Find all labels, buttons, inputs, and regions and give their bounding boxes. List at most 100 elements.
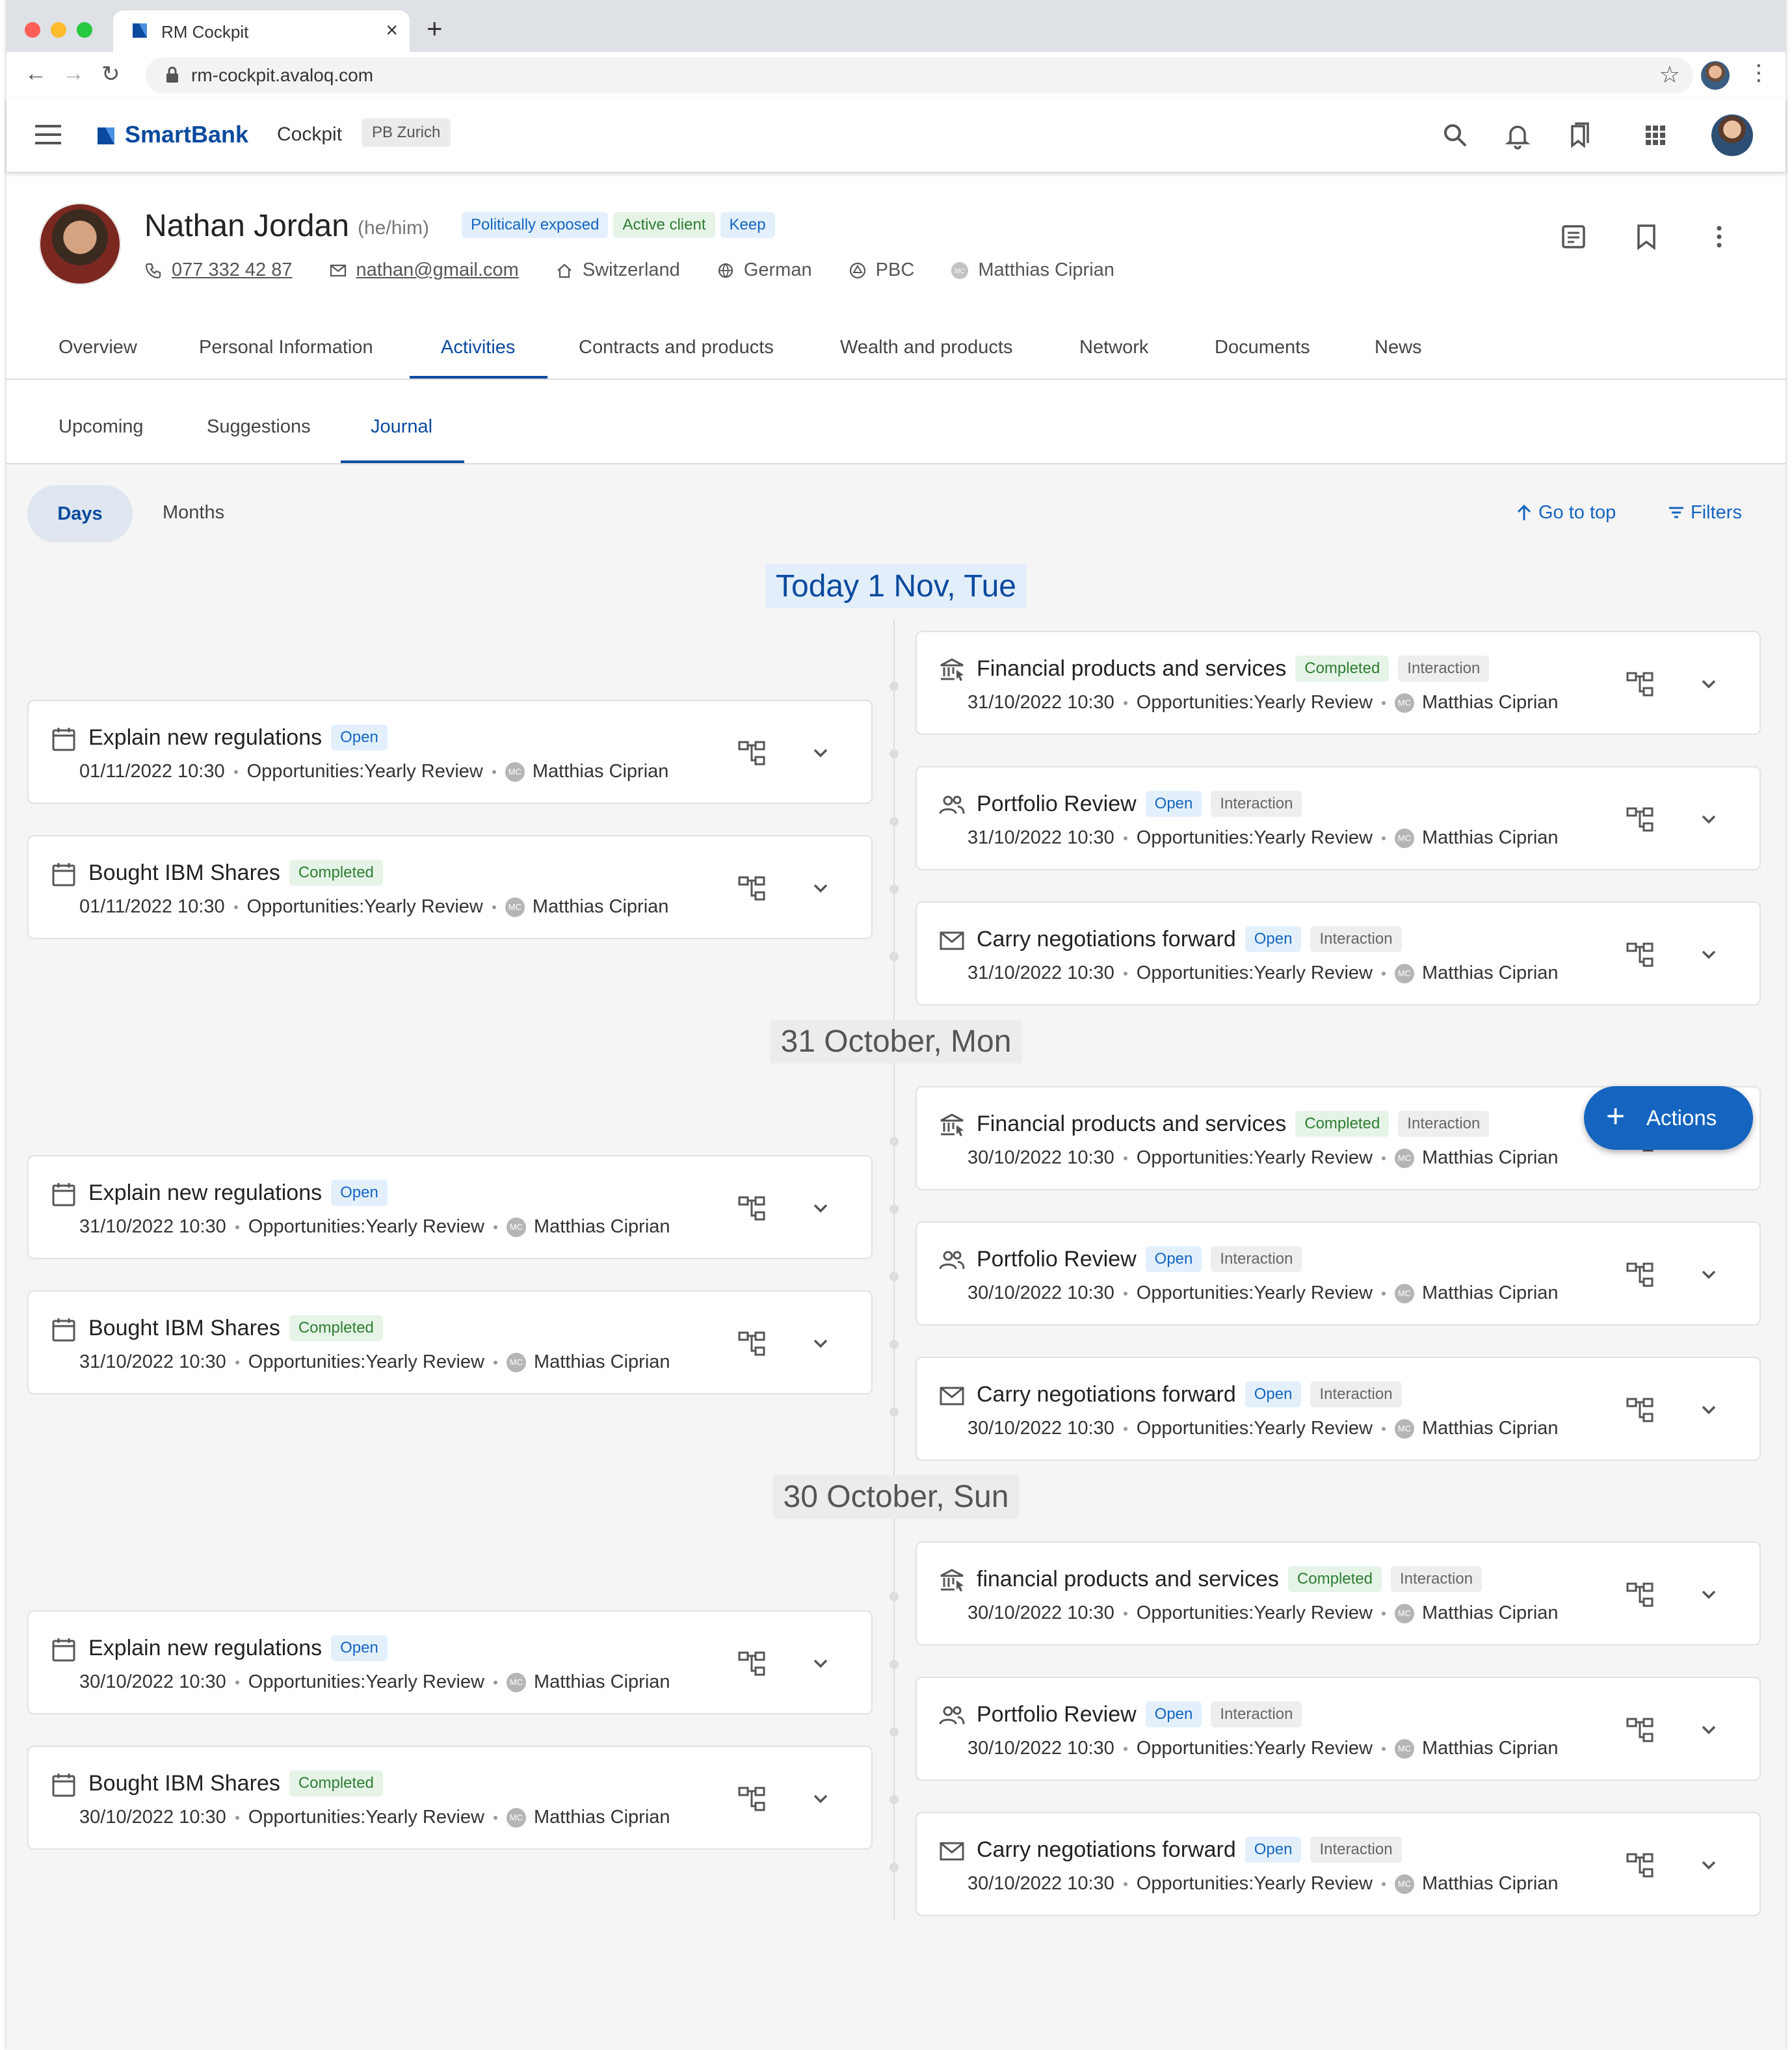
activity-card[interactable]: financial products and services Completed… — [916, 1541, 1761, 1645]
activity-owner: Matthias Ciprian — [532, 761, 669, 782]
bookmark-star-icon[interactable]: ☆ — [1659, 61, 1680, 88]
activity-card[interactable]: Financial products and services Completed… — [916, 631, 1761, 735]
days-toggle[interactable]: Days — [27, 485, 133, 542]
activity-card[interactable]: Bought IBM Shares Completed 30/10/2022 10:… — [27, 1746, 873, 1850]
filters-label: Filters — [1691, 502, 1742, 523]
owner-avatar: MC — [1395, 1419, 1415, 1439]
hierarchy-icon[interactable] — [1624, 1394, 1655, 1426]
new-tab-icon[interactable]: + — [427, 13, 443, 44]
browser-profile-avatar[interactable] — [1701, 61, 1730, 90]
close-tab-icon[interactable]: × — [386, 18, 398, 42]
bookmarks-icon[interactable] — [1566, 121, 1594, 150]
tab-activities[interactable]: Activities — [441, 337, 515, 358]
activity-date: 31/10/2022 10:30 — [79, 1351, 226, 1372]
user-avatar[interactable] — [1711, 114, 1753, 156]
client-phone-link[interactable]: 077 332 42 87 — [172, 260, 292, 280]
hierarchy-icon[interactable] — [1624, 1714, 1655, 1746]
chevron-down-icon[interactable] — [809, 1197, 832, 1220]
advisor-avatar-icon: MC — [951, 262, 969, 280]
bookmark-icon[interactable] — [1631, 221, 1662, 252]
activity-card[interactable]: Carry negotiations forward Open Interactio… — [916, 1357, 1761, 1461]
chevron-down-icon[interactable] — [1697, 1854, 1720, 1877]
apps-grid-icon[interactable] — [1641, 121, 1670, 150]
back-icon[interactable]: ← — [25, 61, 47, 87]
timeline-dot — [889, 1660, 899, 1669]
hierarchy-icon[interactable] — [736, 738, 767, 769]
hierarchy-icon[interactable] — [1624, 669, 1655, 700]
minimize-window-button[interactable] — [51, 22, 66, 38]
activity-meta: 30/10/2022 10:30 Opportunities:Yearly Rev… — [968, 1147, 1559, 1169]
filters-link[interactable]: Filters — [1667, 502, 1742, 524]
chevron-down-icon[interactable] — [1697, 1263, 1720, 1286]
address-bar[interactable]: rm-cockpit.avaloq.com ☆ — [146, 57, 1693, 94]
activity-card[interactable]: Bought IBM Shares Completed 31/10/2022 10:… — [27, 1290, 873, 1394]
chevron-down-icon[interactable] — [809, 741, 832, 765]
actions-fab[interactable]: + Actions — [1584, 1086, 1753, 1150]
activity-title: Portfolio Review — [977, 792, 1137, 816]
tab-wealth-and-products[interactable]: Wealth and products — [840, 337, 1012, 358]
chevron-down-icon[interactable] — [1697, 672, 1720, 696]
chevron-down-icon[interactable] — [809, 1787, 832, 1811]
chevron-down-icon[interactable] — [809, 877, 832, 900]
go-to-top-link[interactable]: Go to top — [1515, 502, 1616, 524]
hierarchy-icon[interactable] — [1624, 1259, 1655, 1290]
chevron-down-icon[interactable] — [809, 1332, 832, 1355]
hierarchy-icon[interactable] — [1624, 1579, 1655, 1610]
activity-card[interactable]: Explain new regulations Open 31/10/2022 10… — [27, 1155, 873, 1259]
tab-contracts-and-products[interactable]: Contracts and products — [579, 337, 774, 358]
browser-menu-icon[interactable]: ⋮ — [1748, 60, 1770, 86]
activity-card[interactable]: Explain new regulations Open 30/10/2022 10… — [27, 1610, 873, 1714]
tab-personal-information[interactable]: Personal Information — [199, 337, 373, 358]
activity-title-row: financial products and services Completed… — [977, 1566, 1482, 1592]
arrow-up-icon — [1517, 504, 1531, 520]
tab-news[interactable]: News — [1375, 337, 1422, 358]
hierarchy-icon[interactable] — [1624, 804, 1655, 835]
notes-icon[interactable] — [1558, 221, 1589, 252]
close-window-button[interactable] — [25, 22, 40, 38]
activity-card[interactable]: Explain new regulations Open 01/11/2022 10… — [27, 700, 873, 804]
activity-card[interactable]: Portfolio Review Open Interaction 30/10/202… — [916, 1221, 1761, 1325]
hierarchy-icon[interactable] — [736, 1783, 767, 1815]
chevron-down-icon[interactable] — [809, 1652, 832, 1675]
tab-overview[interactable]: Overview — [59, 337, 137, 358]
chevron-down-icon[interactable] — [1697, 943, 1720, 966]
bell-icon[interactable] — [1503, 121, 1532, 150]
actions-fab-label: Actions — [1646, 1106, 1717, 1130]
tab-upcoming[interactable]: Upcoming — [59, 416, 144, 438]
separator-dot — [235, 1816, 239, 1820]
search-icon[interactable] — [1441, 121, 1469, 150]
activity-card[interactable]: Carry negotiations forward Open Interactio… — [916, 901, 1761, 1005]
tab-suggestions[interactable]: Suggestions — [207, 416, 311, 438]
maximize-window-button[interactable] — [77, 22, 92, 38]
hierarchy-icon[interactable] — [736, 1328, 767, 1359]
activity-card[interactable]: Bought IBM Shares Completed 01/11/2022 10:… — [27, 835, 873, 939]
reload-icon[interactable]: ↻ — [101, 61, 120, 87]
chevron-down-icon[interactable] — [1697, 1718, 1720, 1742]
separator-dot — [233, 770, 238, 775]
more-options-icon[interactable] — [1704, 221, 1735, 252]
chevron-down-icon[interactable] — [1697, 808, 1720, 831]
menu-icon[interactable] — [35, 125, 61, 144]
chevron-down-icon[interactable] — [1697, 1398, 1720, 1422]
location-chip[interactable]: PB Zurich — [362, 118, 451, 147]
activity-card[interactable]: Portfolio Review Open Interaction 30/10/202… — [916, 1677, 1761, 1781]
forward-icon[interactable]: → — [62, 61, 85, 87]
tab-network[interactable]: Network — [1079, 337, 1148, 358]
chevron-down-icon[interactable] — [1697, 1583, 1720, 1606]
tab-journal[interactable]: Journal — [371, 416, 432, 438]
activity-card[interactable]: Portfolio Review Open Interaction 31/10/202… — [916, 766, 1761, 870]
people-icon — [938, 791, 966, 819]
tab-documents[interactable]: Documents — [1215, 337, 1310, 358]
months-toggle[interactable]: Months — [163, 502, 224, 524]
plus-icon: + — [1606, 1098, 1626, 1134]
hierarchy-icon[interactable] — [1624, 939, 1655, 970]
browser-tab[interactable]: RM Cockpit × — [113, 10, 410, 52]
client-email-link[interactable]: nathan@gmail.com — [356, 260, 519, 280]
hierarchy-icon[interactable] — [736, 873, 767, 904]
activity-topic: Opportunities:Yearly Review — [1136, 1603, 1373, 1623]
hierarchy-icon[interactable] — [1624, 1850, 1655, 1881]
activity-card[interactable]: Carry negotiations forward Open Interactio… — [916, 1812, 1761, 1916]
hierarchy-icon[interactable] — [736, 1193, 767, 1224]
hierarchy-icon[interactable] — [736, 1648, 767, 1679]
timeline-dot — [889, 1272, 899, 1281]
